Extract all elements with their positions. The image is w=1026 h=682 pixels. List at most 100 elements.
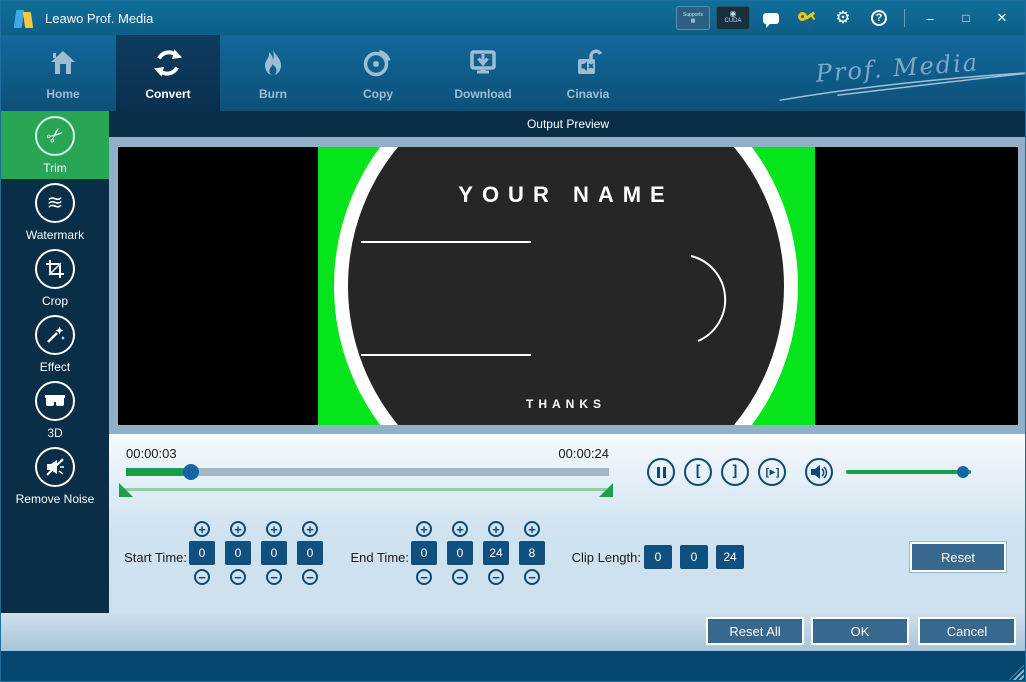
tab-copy[interactable]: Copy [326, 35, 430, 111]
app-window: Leawo Prof. Media Supports▦ ◉CUDA ⚙ ? – … [0, 0, 1026, 682]
titlebar-separator [904, 9, 905, 27]
start-time-label: Start Time: [109, 550, 187, 565]
end-time-field-1[interactable]: 0 [447, 541, 473, 565]
volume-slider[interactable] [846, 470, 971, 474]
sidebar-item-3d[interactable]: 3D [1, 377, 109, 443]
maximize-icon[interactable]: □ [951, 5, 981, 31]
sidebar-item-trim[interactable]: ✂ Trim [1, 111, 109, 179]
end-time-decrement-2[interactable]: − [488, 569, 504, 585]
tool-sidebar: ✂ Trim ≋ Watermark Crop [1, 111, 109, 613]
sidebar-item-watermark[interactable]: ≋ Watermark [1, 179, 109, 245]
clip-length-fields: 0 0 24 [644, 545, 744, 569]
nav-label: Download [454, 87, 511, 101]
end-time-increment-0[interactable]: + [416, 521, 432, 537]
end-time-increment-1[interactable]: + [452, 521, 468, 537]
start-time-field-2[interactable]: 0 [261, 541, 287, 565]
end-time-increment-2[interactable]: + [488, 521, 504, 537]
clip-length-label: Clip Length: [551, 550, 641, 565]
progress-fill [126, 468, 191, 476]
app-logo [13, 8, 35, 28]
clip-length-field-0: 0 [644, 545, 672, 569]
end-time-label: End Time: [333, 550, 409, 565]
volume-icon[interactable] [805, 458, 833, 486]
gear-icon[interactable]: ⚙ [828, 5, 858, 31]
app-title: Leawo Prof. Media [45, 11, 153, 26]
play-clip-icon[interactable]: [▶] [758, 458, 786, 486]
nav-label: Convert [145, 87, 190, 101]
video-viewport[interactable]: YOUR NAME THANKS [118, 147, 1018, 425]
end-time-decrement-3[interactable]: − [524, 569, 540, 585]
start-time-field-3[interactable]: 0 [297, 541, 323, 565]
tab-home[interactable]: Home [11, 35, 115, 111]
close-icon[interactable]: ✕ [987, 5, 1017, 31]
sidebar-item-crop[interactable]: Crop [1, 245, 109, 311]
trim-control-panel: 00:00:03 00:00:24 [ ] [▶] [109, 434, 1026, 613]
nav-label: Cinavia [567, 87, 610, 101]
clip-length-field-1: 0 [680, 545, 708, 569]
start-time-decrement-1[interactable]: − [230, 569, 246, 585]
start-time-decrement-2[interactable]: − [266, 569, 282, 585]
end-time-field-2[interactable]: 24 [483, 541, 509, 565]
end-time-decrement-0[interactable]: − [416, 569, 432, 585]
mark-end-icon[interactable]: ] [721, 458, 749, 486]
resize-grip[interactable] [1009, 665, 1024, 680]
cinavia-icon [573, 45, 603, 81]
pause-icon[interactable] [647, 458, 675, 486]
start-time-increment-0[interactable]: + [194, 521, 210, 537]
end-time-decrement-1[interactable]: − [452, 569, 468, 585]
home-icon [48, 45, 78, 81]
gpu-supports-badge: Supports▦ [676, 6, 710, 30]
sidebar-item-remove-noise[interactable]: Remove Noise [1, 443, 109, 509]
end-time-field-3[interactable]: 8 [519, 541, 545, 565]
tab-download[interactable]: Download [431, 35, 535, 111]
nav-label: Home [46, 87, 79, 101]
start-time-field-0[interactable]: 0 [189, 541, 215, 565]
help-icon[interactable]: ? [864, 5, 894, 31]
playback-controls: [ ] [▶] [647, 458, 833, 486]
download-icon [468, 45, 498, 81]
mark-start-icon[interactable]: [ [684, 458, 712, 486]
action-bar: Reset All OK Cancel [1, 613, 1026, 651]
volume-knob[interactable] [957, 466, 969, 478]
main-nav: Home Convert Burn [1, 35, 1026, 111]
output-preview-header: Output Preview [109, 111, 1026, 137]
tab-burn[interactable]: Burn [221, 35, 325, 111]
sidebar-item-effect[interactable]: Effect [1, 311, 109, 377]
start-time-increment-1[interactable]: + [230, 521, 246, 537]
end-time-increment-3[interactable]: + [524, 521, 540, 537]
message-icon[interactable] [756, 5, 786, 31]
tab-convert[interactable]: Convert [116, 35, 220, 111]
svg-text:YOUR NAME: YOUR NAME [458, 182, 673, 207]
video-content: YOUR NAME THANKS [318, 147, 815, 425]
preview-frame: YOUR NAME THANKS [109, 137, 1026, 434]
cancel-button[interactable]: Cancel [918, 617, 1016, 645]
start-time-increment-3[interactable]: + [302, 521, 318, 537]
convert-icon [153, 45, 183, 81]
elapsed-time: 00:00:03 [126, 446, 177, 461]
end-time-field-0[interactable]: 0 [411, 541, 437, 565]
progress-knob[interactable] [183, 464, 199, 480]
tab-cinavia[interactable]: Cinavia [536, 35, 640, 111]
trim-range-bar[interactable] [119, 482, 613, 497]
burn-icon [260, 45, 286, 81]
svg-text:THANKS: THANKS [526, 397, 606, 411]
start-time-decrement-3[interactable]: − [302, 569, 318, 585]
total-duration: 00:00:24 [529, 446, 609, 461]
reset-button[interactable]: Reset [910, 542, 1006, 572]
magic-wand-icon [35, 315, 75, 355]
minimize-icon[interactable]: – [915, 5, 945, 31]
trim-range-line [121, 488, 611, 491]
clip-length-field-2: 24 [716, 545, 744, 569]
start-time-spinners: + 0 − + 0 − + 0 − + 0 − [189, 521, 323, 585]
ok-button[interactable]: OK [811, 617, 909, 645]
playback-progress-slider[interactable] [126, 468, 609, 476]
start-time-increment-2[interactable]: + [266, 521, 282, 537]
start-time-decrement-0[interactable]: − [194, 569, 210, 585]
start-time-field-1[interactable]: 0 [225, 541, 251, 565]
key-icon[interactable] [792, 5, 822, 31]
title-bar: Leawo Prof. Media Supports▦ ◉CUDA ⚙ ? – … [1, 1, 1026, 35]
status-footer [1, 651, 1026, 682]
reset-all-button[interactable]: Reset All [706, 617, 804, 645]
crop-icon [35, 249, 75, 289]
copy-icon [363, 45, 393, 81]
